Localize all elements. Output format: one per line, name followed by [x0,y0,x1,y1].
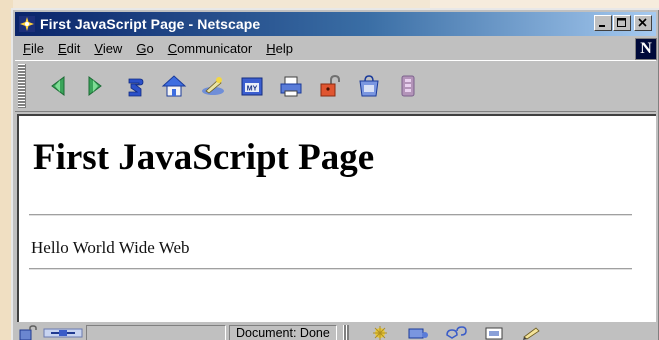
toolbar-grip[interactable] [18,64,26,108]
maximize-button[interactable] [613,15,631,31]
search-icon [202,77,224,95]
reload-button[interactable] [118,69,152,103]
page-content: First JavaScript Page Hello World Wide W… [17,114,656,322]
menu-communicator-rest: ommunicator [177,40,253,56]
close-button[interactable] [634,15,652,31]
netscape-logo[interactable]: N [635,38,657,60]
close-icon [638,18,647,27]
horizontal-rule [29,268,632,270]
print-icon [280,76,302,97]
netscape-app-icon[interactable] [18,15,36,33]
shop-icon [359,75,379,97]
home-icon [161,75,187,97]
my-netscape-button[interactable]: MY [235,69,269,103]
progress-field [86,324,226,340]
security-button[interactable] [313,69,347,103]
window-controls [593,15,652,31]
forward-button[interactable] [79,69,113,103]
connection-status-icon[interactable] [43,325,83,340]
menu-communicator-accel: C [167,40,178,56]
horizontal-rule [29,214,632,216]
component-bar [355,325,545,340]
menu-edit-accel: E [57,40,67,56]
menu-go[interactable]: Go [136,41,153,56]
status-grip [342,325,349,340]
browser-window: First JavaScript Page - Netscape File Ed… [11,8,659,340]
title-bar[interactable]: First JavaScript Page - Netscape [15,12,656,36]
home-button[interactable] [157,69,191,103]
menu-bar: File Edit View Go Communicator Help [15,37,656,59]
composer-icon[interactable] [481,325,507,340]
menu-help-rest: elp [275,40,293,56]
security-lock-icon [320,74,340,97]
security-status-icon[interactable] [18,325,40,340]
menu-view[interactable]: View [94,41,122,56]
page-heading: First JavaScript Page [33,137,375,178]
search-button[interactable] [196,69,230,103]
menu-communicator[interactable]: Communicator [168,41,253,56]
menu-go-rest: o [146,40,154,56]
menu-help[interactable]: Help [266,41,293,56]
menu-edit-rest: dit [66,40,81,56]
print-button[interactable] [274,69,308,103]
status-bar: Document: Done [15,323,656,340]
menu-view-rest: iew [102,40,123,56]
svg-text:MY: MY [247,86,258,93]
forward-arrow-icon [88,76,102,96]
menu-file[interactable]: File [23,41,44,56]
menu-file-accel: F [23,40,31,56]
minimize-icon [599,25,605,27]
mail-icon[interactable] [405,325,431,340]
edit-page-icon[interactable] [519,325,545,340]
menu-go-accel: G [136,40,147,56]
menu-edit[interactable]: Edit [58,41,80,56]
background-strip [430,0,659,8]
back-arrow-icon [51,76,65,96]
stop-icon [401,75,415,97]
discussions-icon[interactable] [443,325,469,340]
reload-icon [128,78,144,97]
stop-button[interactable] [391,69,425,103]
back-button[interactable] [40,69,74,103]
menu-view-accel: V [94,40,103,56]
menu-file-rest: ile [30,40,44,56]
minimize-button[interactable] [594,15,612,31]
my-netscape-icon: MY [241,77,263,96]
shop-button[interactable] [352,69,386,103]
page-text: Hello World Wide Web [31,238,190,257]
window-title: First JavaScript Page - Netscape [40,16,261,32]
maximize-icon [617,18,626,27]
navigation-toolbar: MY [15,60,656,112]
status-text: Document: Done [229,324,337,340]
navigator-icon[interactable] [367,325,393,340]
menu-help-accel: H [266,40,276,56]
